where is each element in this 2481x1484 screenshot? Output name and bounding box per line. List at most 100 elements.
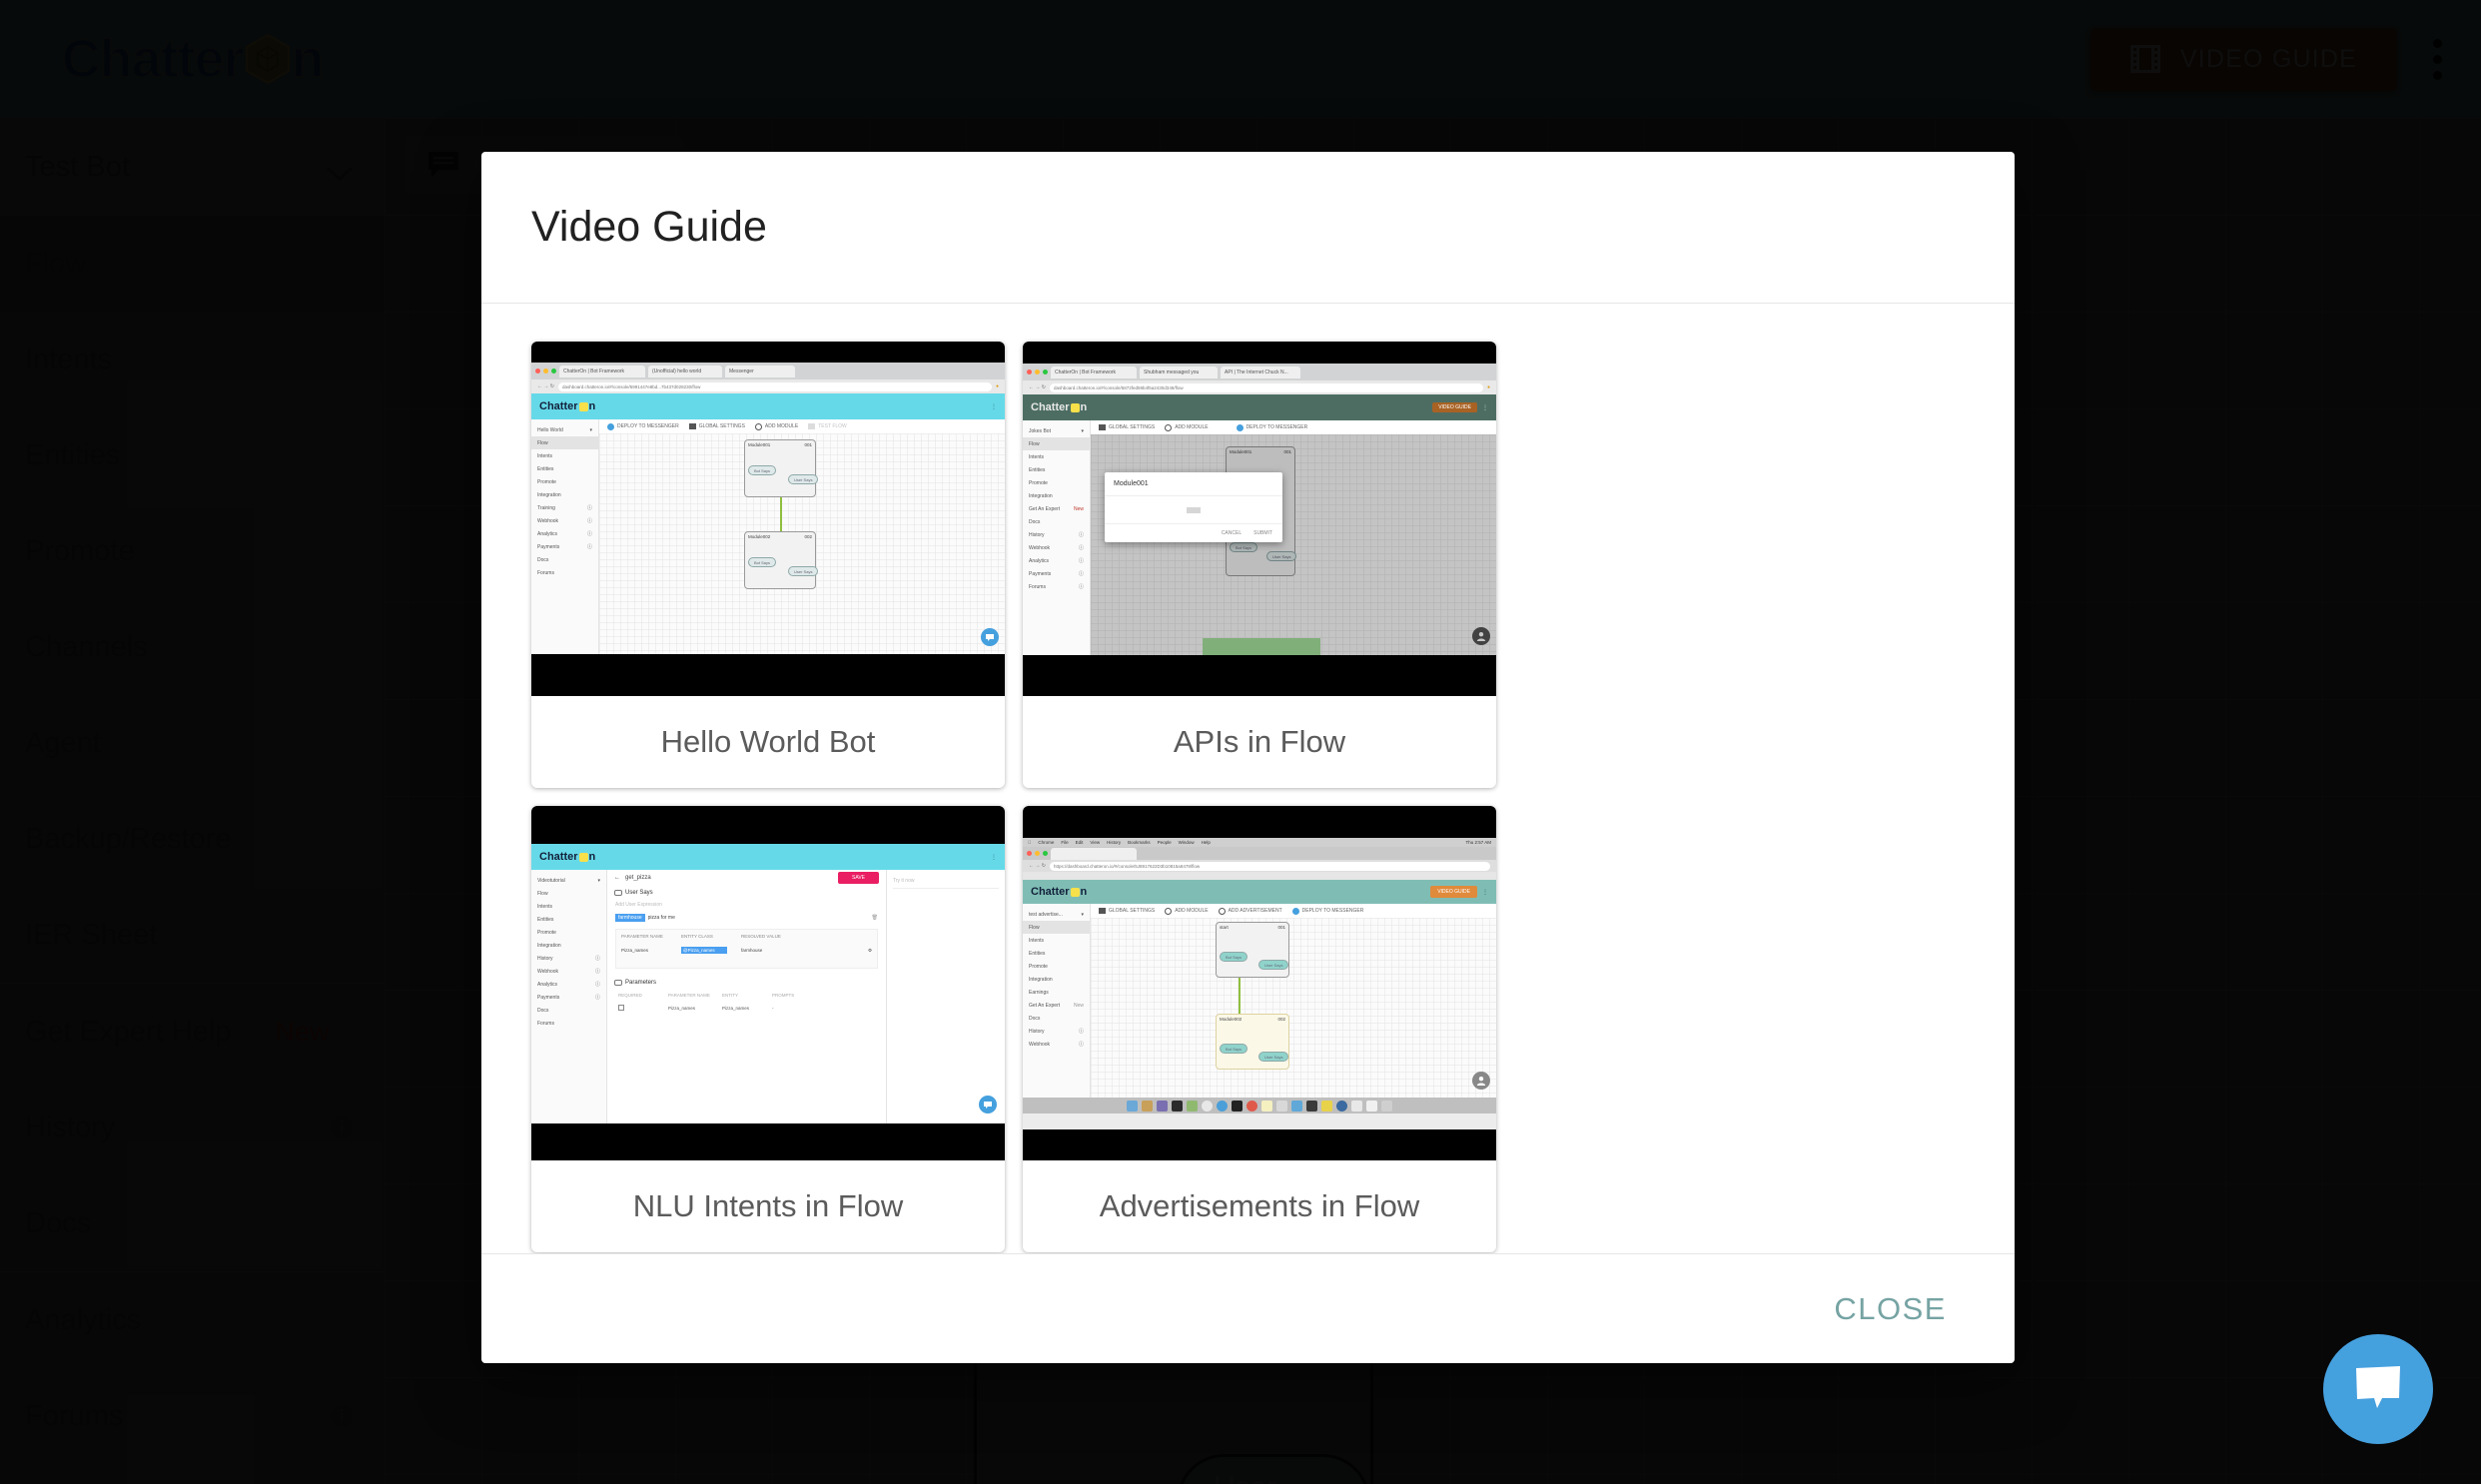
video-thumbnail[interactable]:  Chrome File Edit View History Bookmark… <box>1023 806 1496 1160</box>
mini-nav-item[interactable]: Webhook ⓘ <box>1023 541 1090 554</box>
mini-bot-selector[interactable]: Jokes Bot ▾ <box>1023 424 1090 437</box>
mini-pill[interactable]: User Says <box>1266 551 1297 561</box>
mini-nav-item[interactable]: Webhook ⓘ <box>531 965 606 978</box>
mini-nav-item[interactable]: Entities <box>1023 463 1090 476</box>
mini-nav-item[interactable]: Integration <box>531 488 598 501</box>
address-bar[interactable]: dashboard.chatteron.io/#/console/5872fed… <box>1049 382 1483 392</box>
mini-nav-item[interactable]: Forums ⓘ <box>1023 580 1090 593</box>
video-card[interactable]: ChatterOn | Bot Framework Shubham messag… <box>1023 342 1496 788</box>
mini-chat-icon[interactable] <box>981 628 999 646</box>
mini-nav-item[interactable]: Payments ⓘ <box>1023 567 1090 580</box>
mini-nav-item[interactable]: Earnings <box>1023 986 1090 999</box>
mini-nav-item[interactable]: Entities <box>531 462 598 475</box>
chat-widget-button[interactable] <box>2323 1334 2433 1444</box>
mini-tool-button[interactable]: DEPLOY TO MESSENGER <box>1291 907 1363 915</box>
browser-tab[interactable]: API | The Internet Chuck N... <box>1221 366 1300 378</box>
mini-nav-item[interactable]: History ⓘ <box>1023 1025 1090 1038</box>
mini-tool-button[interactable]: TEST FLOW <box>808 423 847 429</box>
mini-nav-item[interactable]: Flow <box>531 887 606 900</box>
mini-nav-item[interactable]: Entities <box>531 913 606 926</box>
address-bar[interactable]: https://dashboard.chatteron.io/#/console… <box>1049 861 1490 871</box>
mini-pill[interactable]: Bot Says <box>1220 1044 1248 1054</box>
mini-save-button[interactable]: SAVE <box>838 872 879 884</box>
mini-nav-item[interactable]: Analytics ⓘ <box>531 978 606 991</box>
mini-pill[interactable]: User Says <box>1258 1052 1289 1062</box>
mini-nav-item[interactable]: Promote <box>1023 960 1090 973</box>
mini-nav-item[interactable]: Docs <box>1023 1012 1090 1025</box>
mini-nav-item[interactable]: Forums <box>531 566 598 579</box>
mini-pill[interactable]: Bot Says <box>748 465 777 475</box>
video-card[interactable]: ChatterOn | Bot Framework (Unofficial) h… <box>531 342 1005 788</box>
mini-tool-button[interactable]: DEPLOY TO MESSENGER <box>607 422 679 430</box>
browser-tab[interactable]: (Unofficial) hello world <box>648 365 722 377</box>
mini-tool-button[interactable]: ADD MODULE <box>1165 423 1209 431</box>
mini-video-guide-button[interactable]: VIDEO GUIDE <box>1432 402 1477 412</box>
mini-nav-item[interactable]: Intents <box>1023 934 1090 947</box>
mini-tool-button[interactable]: GLOBAL SETTINGS <box>688 423 745 429</box>
mini-nav-item[interactable]: Webhook ⓘ <box>531 514 598 527</box>
mini-nav-item[interactable]: Integration <box>531 939 606 952</box>
video-thumbnail[interactable]: ChatterOn | Bot Framework (Unofficial) h… <box>531 342 1005 696</box>
mini-nav-item[interactable]: Get An Expert New <box>1023 999 1090 1012</box>
mini-nav-item[interactable]: Docs <box>1023 515 1090 528</box>
address-bar[interactable]: dashboard.chatteron.io/#/console/5991447… <box>557 381 992 391</box>
mini-tool-button[interactable]: DEPLOY TO MESSENGER <box>1236 423 1307 431</box>
mini-pill[interactable]: Bot Says <box>1230 542 1258 552</box>
mini-nav-item[interactable]: Entities <box>1023 947 1090 960</box>
mini-nav-item[interactable]: Flow <box>531 436 598 449</box>
mini-agent-icon[interactable] <box>1472 1072 1490 1090</box>
video-card[interactable]:  Chrome File Edit View History Bookmark… <box>1023 806 1496 1252</box>
mini-pill[interactable]: User Says <box>788 474 819 484</box>
mini-bot-selector[interactable]: test advertise... ▾ <box>1023 908 1090 921</box>
video-thumbnail[interactable]: Chattern ⋮ Videotutorial▾ Flow Intents <box>531 806 1005 1160</box>
browser-tab[interactable]: ChatterOn | Bot Framework <box>559 365 645 377</box>
browser-tab[interactable]: Messenger <box>725 365 795 377</box>
mini-submit-button[interactable]: SUBMIT <box>1253 530 1272 536</box>
mini-nav-item[interactable]: Payments ⓘ <box>531 540 598 553</box>
mini-bot-selector[interactable]: Videotutorial ▾ <box>531 874 606 887</box>
mini-pill[interactable]: User Says <box>788 566 819 576</box>
mini-nav-item[interactable]: Promote <box>531 475 598 488</box>
close-button[interactable]: CLOSE <box>1816 1277 1965 1341</box>
mini-tool-button[interactable]: GLOBAL SETTINGS <box>1099 908 1155 914</box>
mini-nav-item[interactable]: Training ⓘ <box>531 501 598 514</box>
mini-nav-item[interactable]: Flow <box>1023 437 1090 450</box>
mini-nav-item[interactable]: Analytics ⓘ <box>531 527 598 540</box>
mini-add-expression[interactable]: Add User Expression <box>607 900 886 910</box>
video-card[interactable]: Chattern ⋮ Videotutorial▾ Flow Intents <box>531 806 1005 1252</box>
mini-cancel-button[interactable]: CANCEL <box>1222 530 1241 536</box>
mini-nav-item[interactable]: Integration <box>1023 489 1090 502</box>
mini-agent-icon[interactable] <box>1472 627 1490 645</box>
mini-nav-item[interactable]: Intents <box>531 900 606 913</box>
mini-chat-icon[interactable] <box>979 1096 997 1113</box>
mini-pill[interactable]: Bot Says <box>748 557 777 567</box>
mini-nav-item[interactable]: Docs <box>531 553 598 566</box>
mini-nav-item[interactable]: Flow <box>1023 921 1090 934</box>
mini-nav-item[interactable]: Intents <box>1023 450 1090 463</box>
mini-nav-item[interactable]: Payments ⓘ <box>531 991 606 1004</box>
video-thumbnail[interactable]: ChatterOn | Bot Framework Shubham messag… <box>1023 342 1496 696</box>
mini-tool-button[interactable]: ADD MODULE <box>754 422 798 430</box>
mini-nav-item[interactable]: Forums <box>531 1017 606 1030</box>
mini-tool-button[interactable]: ADD MODULE <box>1165 907 1209 915</box>
mini-nav-item[interactable]: Intents <box>531 449 598 462</box>
mini-dialog[interactable]: Module001 CANCEL SUBMIT <box>1105 472 1282 542</box>
mini-nav-item[interactable]: History ⓘ <box>1023 528 1090 541</box>
browser-tab[interactable]: ChatterOn | Bot Framework <box>1051 366 1137 378</box>
mini-tool-button[interactable]: GLOBAL SETTINGS <box>1099 424 1155 430</box>
mini-tool-button[interactable]: ADD ADVERTISEMENT <box>1218 907 1282 915</box>
mini-entity-chip[interactable]: farmhouse <box>615 914 645 922</box>
mini-pill[interactable]: User Says <box>1258 960 1289 970</box>
browser-tab[interactable]: Shubham messaged you <box>1140 366 1218 378</box>
mini-nav-item[interactable]: Webhook ⓘ <box>1023 1038 1090 1051</box>
mini-bot-selector[interactable]: Hello World ▾ <box>531 423 598 436</box>
mini-nav-item[interactable]: Get An Expert New <box>1023 502 1090 515</box>
mini-nav-item[interactable]: Analytics ⓘ <box>1023 554 1090 567</box>
mini-nav-item[interactable]: History ⓘ <box>531 952 606 965</box>
mini-nav-item[interactable]: Promote <box>531 926 606 939</box>
mini-try-it-input[interactable]: Try it now <box>893 878 999 889</box>
mini-nav-item[interactable]: Integration <box>1023 973 1090 986</box>
mini-video-guide-button[interactable]: VIDEO GUIDE <box>1430 886 1477 898</box>
mini-nav-item[interactable]: Promote <box>1023 476 1090 489</box>
mini-nav-item[interactable]: Docs <box>531 1004 606 1017</box>
